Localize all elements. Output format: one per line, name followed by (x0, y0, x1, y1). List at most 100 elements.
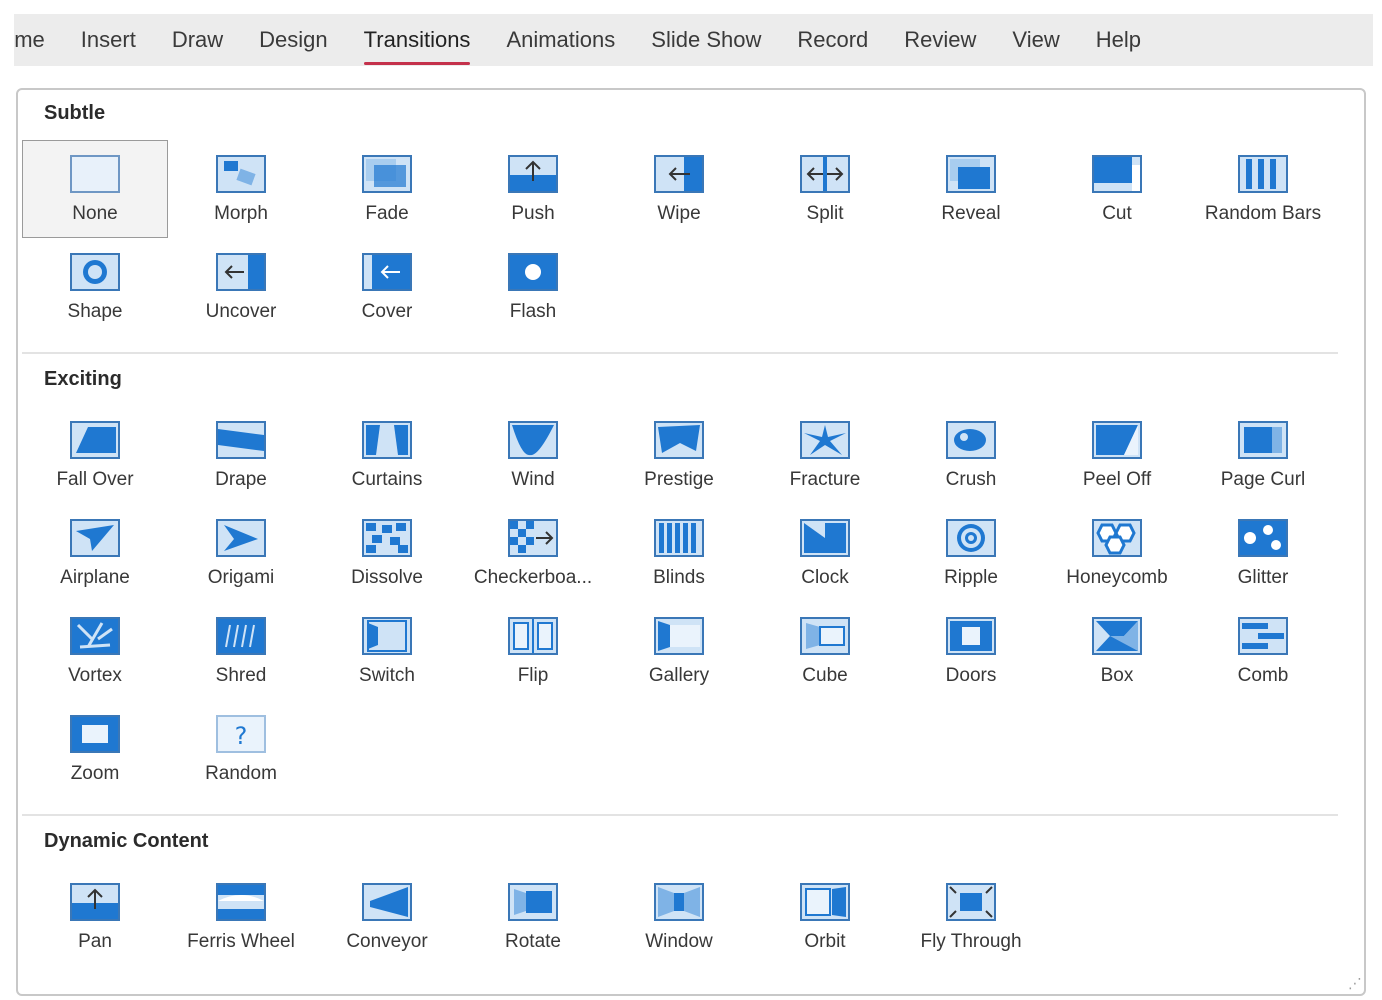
transition-label: Page Curl (1220, 469, 1306, 490)
transition-switch[interactable]: Switch (314, 602, 460, 700)
section-divider (22, 814, 1338, 816)
transition-shred[interactable]: Shred (168, 602, 314, 700)
transition-label: Peel Off (1082, 469, 1152, 490)
tab-transitions[interactable]: Transitions (363, 27, 470, 65)
ripple-icon (946, 519, 996, 557)
transition-uncover[interactable]: Uncover (168, 238, 314, 336)
transition-vortex[interactable]: Vortex (22, 602, 168, 700)
transition-ferris-wheel[interactable]: Ferris Wheel (168, 868, 314, 966)
transition-honeycomb[interactable]: Honeycomb (1044, 504, 1190, 602)
flash-icon (508, 253, 558, 291)
transition-label: Curtains (351, 469, 423, 490)
transition-pan[interactable]: Pan (22, 868, 168, 966)
transition-clock[interactable]: Clock (752, 504, 898, 602)
transitions-gallery: Subtle None Morph Fade Push Wipe Split Reveal C… (16, 88, 1366, 996)
tab-ome[interactable]: ome (14, 27, 45, 53)
transition-prestige[interactable]: Prestige (606, 406, 752, 504)
wipe-icon (654, 155, 704, 193)
transition-flip[interactable]: Flip (460, 602, 606, 700)
transition-split[interactable]: Split (752, 140, 898, 238)
rotate-icon (508, 883, 558, 921)
glitter-icon (1238, 519, 1288, 557)
transition-zoom[interactable]: Zoom (22, 700, 168, 798)
transition-label: Flash (509, 301, 557, 322)
transition-morph[interactable]: Morph (168, 140, 314, 238)
transition-page-curl[interactable]: Page Curl (1190, 406, 1336, 504)
transition-cover[interactable]: Cover (314, 238, 460, 336)
transition-wind[interactable]: Wind (460, 406, 606, 504)
transition-box[interactable]: Box (1044, 602, 1190, 700)
transition-label: Orbit (804, 931, 846, 952)
tab-record[interactable]: Record (797, 27, 868, 53)
transition-cut[interactable]: Cut (1044, 140, 1190, 238)
vortex-icon (70, 617, 120, 655)
transition-gallery[interactable]: Gallery (606, 602, 752, 700)
transition-label: Crush (945, 469, 997, 490)
transition-label: Gallery (648, 665, 710, 686)
transition-checkerboard[interactable]: Checkerboa... (460, 504, 606, 602)
tab-slide-show[interactable]: Slide Show (651, 27, 761, 53)
transition-random[interactable]: ? Random (168, 700, 314, 798)
reveal-icon (946, 155, 996, 193)
comb-icon (1238, 617, 1288, 655)
transition-curtains[interactable]: Curtains (314, 406, 460, 504)
transition-label: Morph (214, 203, 268, 224)
section-title-dynamic-content: Dynamic Content (44, 830, 209, 852)
transition-random-bars[interactable]: Random Bars (1190, 140, 1336, 238)
transition-flash[interactable]: Flash (460, 238, 606, 336)
transition-shape[interactable]: Shape (22, 238, 168, 336)
transition-wipe[interactable]: Wipe (606, 140, 752, 238)
transition-label: Cube (802, 665, 848, 686)
transition-peel-off[interactable]: Peel Off (1044, 406, 1190, 504)
wind-icon (508, 421, 558, 459)
cube-icon (800, 617, 850, 655)
clock-icon (800, 519, 850, 557)
drape-icon (216, 421, 266, 459)
transition-comb[interactable]: Comb (1190, 602, 1336, 700)
transition-origami[interactable]: Origami (168, 504, 314, 602)
ribbon-tab-bar: ome Insert Draw Design Transitions Animations… (14, 14, 1373, 66)
transition-window[interactable]: Window (606, 868, 752, 966)
transition-fly-through[interactable]: Fly Through (898, 868, 1044, 966)
transition-crush[interactable]: Crush (898, 406, 1044, 504)
transition-drape[interactable]: Drape (168, 406, 314, 504)
transition-label: Uncover (205, 301, 277, 322)
dissolve-icon (362, 519, 412, 557)
transition-label: Shred (215, 665, 267, 686)
morph-icon (216, 155, 266, 193)
transition-fall-over[interactable]: Fall Over (22, 406, 168, 504)
transition-cube[interactable]: Cube (752, 602, 898, 700)
transition-fracture[interactable]: Fracture (752, 406, 898, 504)
transition-ripple[interactable]: Ripple (898, 504, 1044, 602)
tab-help[interactable]: Help (1096, 27, 1141, 53)
svg-text:?: ? (235, 722, 248, 750)
transition-rotate[interactable]: Rotate (460, 868, 606, 966)
tab-review[interactable]: Review (904, 27, 976, 53)
transition-orbit[interactable]: Orbit (752, 868, 898, 966)
transition-push[interactable]: Push (460, 140, 606, 238)
tab-view[interactable]: View (1012, 27, 1059, 53)
transition-label: Box (1100, 665, 1134, 686)
transition-label: Comb (1237, 665, 1289, 686)
transition-none[interactable]: None (22, 140, 168, 238)
tab-draw[interactable]: Draw (172, 27, 223, 53)
tab-insert[interactable]: Insert (81, 27, 136, 53)
tab-animations[interactable]: Animations (506, 27, 615, 53)
transition-reveal[interactable]: Reveal (898, 140, 1044, 238)
transition-label: Wind (511, 469, 555, 490)
page-curl-icon (1238, 421, 1288, 459)
transition-blinds[interactable]: Blinds (606, 504, 752, 602)
transition-airplane[interactable]: Airplane (22, 504, 168, 602)
none-icon (70, 155, 120, 193)
transition-label: Vortex (68, 665, 122, 686)
resize-grip-icon[interactable]: ⋰ (1348, 975, 1362, 992)
transition-label: Window (645, 931, 713, 952)
transition-label: Checkerboa... (473, 567, 593, 588)
transition-doors[interactable]: Doors (898, 602, 1044, 700)
transition-conveyor[interactable]: Conveyor (314, 868, 460, 966)
transition-dissolve[interactable]: Dissolve (314, 504, 460, 602)
transition-fade[interactable]: Fade (314, 140, 460, 238)
transition-glitter[interactable]: Glitter (1190, 504, 1336, 602)
transition-label: Ferris Wheel (187, 931, 295, 952)
tab-design[interactable]: Design (259, 27, 327, 53)
